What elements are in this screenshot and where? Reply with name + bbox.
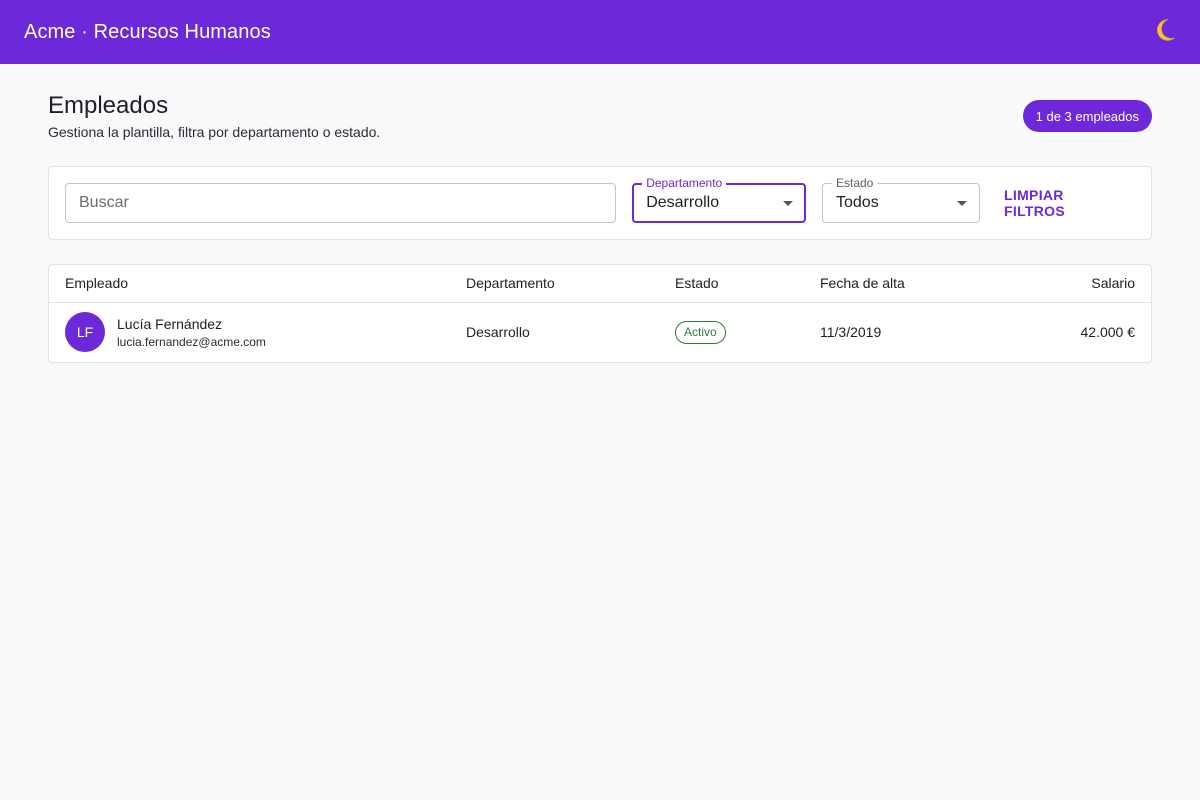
salary-cell: 42.000 €	[1080, 324, 1136, 341]
department-select-label: Departamento	[642, 176, 727, 190]
column-header-employee[interactable]: Empleado	[49, 265, 450, 303]
page-title: Empleados	[48, 92, 169, 119]
search-input[interactable]	[79, 194, 603, 212]
column-header-salary[interactable]: Salario	[1004, 265, 1151, 303]
department-cell: Desarrollo	[466, 324, 530, 341]
employee-cell: LF Lucía Fernández lucia.fernandez@acme.…	[65, 312, 434, 353]
department-select[interactable]: Departamento Desarrollo	[632, 176, 806, 223]
search-field[interactable]	[65, 183, 617, 223]
dropdown-arrow-icon	[957, 200, 968, 206]
column-header-status[interactable]: Estado	[659, 265, 804, 303]
page-subtitle: Gestiona la plantilla, filtra por depart…	[48, 124, 381, 140]
table-row[interactable]: LF Lucía Fernández lucia.fernandez@acme.…	[49, 302, 1151, 362]
status-cell: Activo	[659, 302, 804, 362]
employee-name: Lucía Fernández	[117, 315, 223, 332]
department-select-value: Desarrollo	[646, 194, 720, 211]
employee-email: lucia.fernandez@acme.com	[117, 334, 266, 349]
status-select[interactable]: Estado Todos	[822, 176, 981, 223]
app-bar: Acme · Recursos Humanos	[0, 0, 1200, 64]
moon-icon	[1151, 17, 1177, 48]
status-badge: Activo	[675, 320, 726, 344]
dropdown-arrow-icon	[783, 200, 793, 206]
filter-bar: Departamento Desarrollo Estado Todos LIM…	[48, 166, 1152, 240]
status-select-label: Estado	[832, 176, 878, 190]
column-header-hire-date[interactable]: Fecha de alta	[804, 265, 1004, 303]
employee-count-badge: 1 de 3 empleados	[1022, 100, 1152, 132]
app-title: Acme · Recursos Humanos	[24, 20, 271, 43]
employees-table: Empleado Departamento Estado Fecha de al…	[48, 264, 1152, 363]
status-select-value: Todos	[836, 194, 879, 211]
table-header-row: Empleado Departamento Estado Fecha de al…	[49, 265, 1151, 303]
main-content: Empleados Gestiona la plantilla, filtra …	[0, 64, 1200, 363]
clear-filters-button[interactable]: LIMPIAR FILTROS	[996, 179, 1135, 227]
hire-date-cell: 11/3/2019	[820, 324, 882, 341]
avatar: LF	[65, 312, 105, 353]
page-header: Empleados Gestiona la plantilla, filtra …	[48, 90, 1152, 140]
theme-toggle-button[interactable]	[1144, 12, 1184, 52]
column-header-department[interactable]: Departamento	[450, 265, 659, 303]
